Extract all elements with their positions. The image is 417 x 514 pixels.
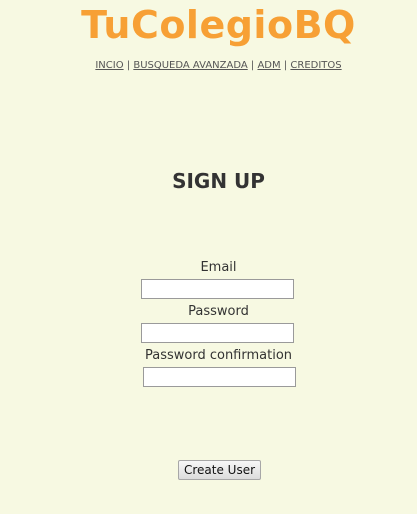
nav-link-inicio[interactable]: INCIO	[95, 60, 123, 71]
email-field[interactable]	[141, 279, 294, 299]
password-confirmation-field[interactable]	[143, 367, 296, 387]
email-label: Email	[200, 260, 237, 275]
password-field[interactable]	[141, 323, 294, 343]
password-label: Password	[188, 304, 249, 319]
nav-link-creditos[interactable]: CREDITOS	[290, 60, 341, 71]
nav-link-adm[interactable]: ADM	[257, 60, 280, 71]
nav-separator: |	[283, 60, 288, 71]
nav-separator: |	[126, 60, 131, 71]
password-confirmation-label: Password confirmation	[144, 348, 293, 363]
create-user-button[interactable]: Create User	[178, 460, 261, 480]
nav-separator: |	[250, 60, 255, 71]
nav-link-busqueda-avanzada[interactable]: BUSQUEDA AVANZADA	[133, 60, 247, 71]
page-title: SIGN UP	[172, 169, 265, 193]
top-nav: INCIO | BUSQUEDA AVANZADA | ADM | CREDIT…	[0, 59, 417, 73]
site-logo: TuColegioBQ	[81, 3, 356, 47]
